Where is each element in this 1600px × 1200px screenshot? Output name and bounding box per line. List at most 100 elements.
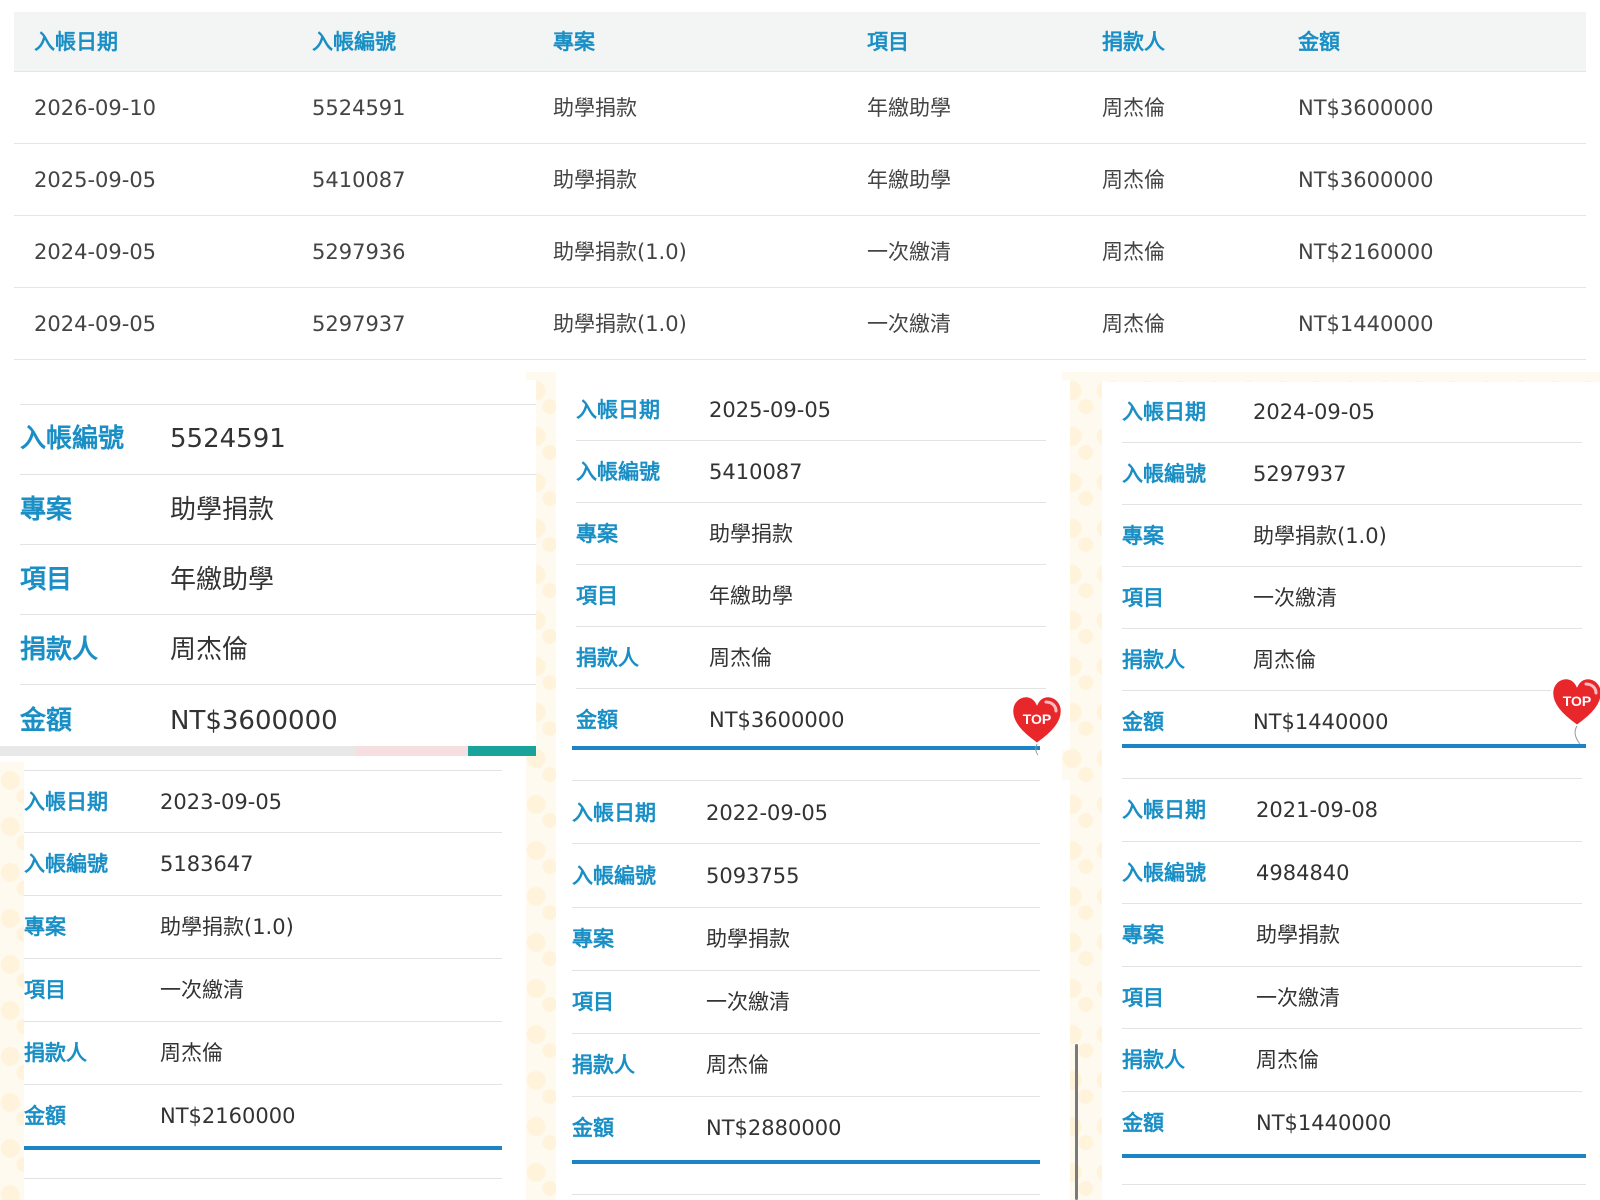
card-label-amount: 金額	[1122, 1111, 1164, 1135]
table-row: 2026-09-10 5524591 助學捐款 年繳助學 周杰倫 NT$3600…	[14, 72, 1586, 144]
card-row-project: 專案 助學捐款	[576, 502, 1046, 564]
heart-balloon-icon: TOP	[1010, 694, 1064, 756]
card-value-donor: 周杰倫	[709, 646, 772, 670]
card-row-amount: 金額 NT$2880000	[572, 1096, 1040, 1156]
cell-item: 年繳助學	[867, 96, 951, 120]
cell-project: 助學捐款(1.0)	[553, 312, 687, 336]
cell-amount: NT$3600000	[1298, 96, 1434, 120]
card-value-amount: NT$3600000	[709, 708, 845, 732]
top-button-label: TOP	[1563, 693, 1592, 709]
scrollbar[interactable]	[1075, 1044, 1078, 1200]
donation-card: 入帳編號 5524591 專案 助學捐款 項目 年繳助學 捐款人 周杰倫 金額 …	[0, 380, 536, 750]
cell-date: 2024-09-05	[34, 312, 157, 336]
card-label-number: 入帳編號	[1122, 861, 1206, 885]
card-label-date: 入帳日期	[1122, 798, 1206, 822]
card-value-number: 5093755	[706, 864, 800, 888]
cell-amount: NT$2160000	[1298, 240, 1434, 264]
card-row-item: 項目 年繳助學	[20, 544, 536, 614]
card-value-amount: NT$1440000	[1256, 1111, 1392, 1135]
card-row-date: 入帳日期 2025-09-05	[576, 380, 1046, 440]
card-label-project: 專案	[1122, 923, 1164, 947]
card-label-donor: 捐款人	[1122, 648, 1185, 672]
card-value-date: 2024-09-05	[1253, 400, 1376, 424]
card-label-donor: 捐款人	[576, 646, 639, 670]
card-underline	[1122, 744, 1586, 748]
column-header-date[interactable]: 入帳日期	[34, 12, 118, 72]
card-row-item: 項目 一次繳清	[572, 970, 1040, 1033]
card-underline	[572, 1160, 1040, 1164]
divider	[572, 1194, 1040, 1195]
card-row-number: 入帳編號 5524591	[20, 404, 536, 474]
card-value-number: 5410087	[709, 460, 803, 484]
table-row: 2024-09-05 5297936 助學捐款(1.0) 一次繳清 周杰倫 NT…	[14, 216, 1586, 288]
cell-donor: 周杰倫	[1102, 240, 1165, 264]
card-label-number: 入帳編號	[1122, 462, 1206, 486]
card-value-project: 助學捐款(1.0)	[160, 915, 294, 939]
card-row-date: 入帳日期 2021-09-08	[1122, 778, 1582, 841]
card-value-item: 一次繳清	[706, 990, 790, 1014]
card-row-amount: 金額 NT$3600000	[576, 688, 1046, 744]
card-row-amount: 金額 NT$1440000	[1122, 1091, 1582, 1151]
column-header-donor[interactable]: 捐款人	[1102, 12, 1165, 72]
card-row-project: 專案 助學捐款	[20, 474, 536, 544]
card-label-project: 專案	[1122, 524, 1164, 548]
card-row-donor: 捐款人 周杰倫	[576, 626, 1046, 688]
cell-date: 2024-09-05	[34, 240, 157, 264]
card-value-item: 年繳助學	[709, 584, 793, 608]
card-row-project: 專案 助學捐款(1.0)	[24, 895, 502, 958]
card-bottom-strip-pink	[356, 746, 468, 756]
donation-card: 入帳日期 2023-09-05 入帳編號 5183647 專案 助學捐款(1.0…	[24, 770, 526, 1200]
card-label-item: 項目	[576, 584, 618, 608]
card-row-amount: 金額 NT$1440000	[1122, 690, 1582, 746]
card-value-date: 2021-09-08	[1256, 798, 1379, 822]
column-header-number[interactable]: 入帳編號	[312, 12, 396, 72]
card-label-item: 項目	[20, 565, 73, 595]
cell-project: 助學捐款	[553, 168, 637, 192]
card-label-item: 項目	[24, 978, 66, 1002]
card-value-item: 年繳助學	[170, 565, 275, 595]
card-value-number: 5183647	[160, 852, 254, 876]
card-underline	[24, 1146, 502, 1150]
cell-number: 5410087	[312, 168, 406, 192]
column-header-item[interactable]: 項目	[867, 12, 909, 72]
card-row-number: 入帳編號 5297937	[1122, 442, 1582, 504]
card-label-number: 入帳編號	[572, 864, 656, 888]
cell-amount: NT$3600000	[1298, 168, 1434, 192]
cell-amount: NT$1440000	[1298, 312, 1434, 336]
card-label-donor: 捐款人	[1122, 1048, 1185, 1072]
card-label-amount: 金額	[572, 1116, 614, 1140]
card-row-date: 入帳日期 2022-09-05	[572, 780, 1040, 843]
card-value-number: 5524591	[170, 424, 286, 454]
card-value-project: 助學捐款	[1256, 923, 1340, 947]
card-row-item: 項目 一次繳清	[1122, 966, 1582, 1028]
card-row-item: 項目 一次繳清	[24, 958, 502, 1021]
card-row-project: 專案 助學捐款(1.0)	[1122, 504, 1582, 566]
card-row-item: 項目 一次繳清	[1122, 566, 1582, 628]
card-row-date: 入帳日期 2024-09-05	[1122, 382, 1582, 442]
cell-item: 一次繳清	[867, 312, 951, 336]
donation-card: 入帳日期 2024-09-05 入帳編號 5297937 專案 助學捐款(1.0…	[1102, 382, 1600, 752]
card-row-project: 專案 助學捐款	[1122, 903, 1582, 966]
card-label-item: 項目	[572, 990, 614, 1014]
background-pattern	[0, 762, 24, 1200]
card-value-number: 5297937	[1253, 462, 1347, 486]
cell-number: 5524591	[312, 96, 406, 120]
card-row-number: 入帳編號 4984840	[1122, 841, 1582, 903]
back-to-top-button[interactable]: TOP	[1010, 694, 1064, 756]
card-row-amount: 金額 NT$2160000	[24, 1084, 502, 1144]
card-value-date: 2025-09-05	[709, 398, 832, 422]
column-header-amount[interactable]: 金額	[1298, 12, 1340, 72]
cell-number: 5297936	[312, 240, 406, 264]
donation-card: 入帳日期 2025-09-05 入帳編號 5410087 專案 助學捐款 項目 …	[556, 380, 1070, 750]
card-value-number: 4984840	[1256, 861, 1350, 885]
card-label-donor: 捐款人	[24, 1041, 87, 1065]
column-header-project[interactable]: 專案	[553, 12, 595, 72]
back-to-top-button[interactable]: TOP	[1550, 676, 1600, 745]
cell-donor: 周杰倫	[1102, 312, 1165, 336]
card-row-donor: 捐款人 周杰倫	[1122, 628, 1582, 690]
card-value-item: 一次繳清	[1256, 986, 1340, 1010]
table-row: 2024-09-05 5297937 助學捐款(1.0) 一次繳清 周杰倫 NT…	[14, 288, 1586, 360]
card-label-amount: 金額	[576, 708, 618, 732]
card-underline	[572, 746, 1040, 750]
cell-date: 2025-09-05	[34, 168, 157, 192]
